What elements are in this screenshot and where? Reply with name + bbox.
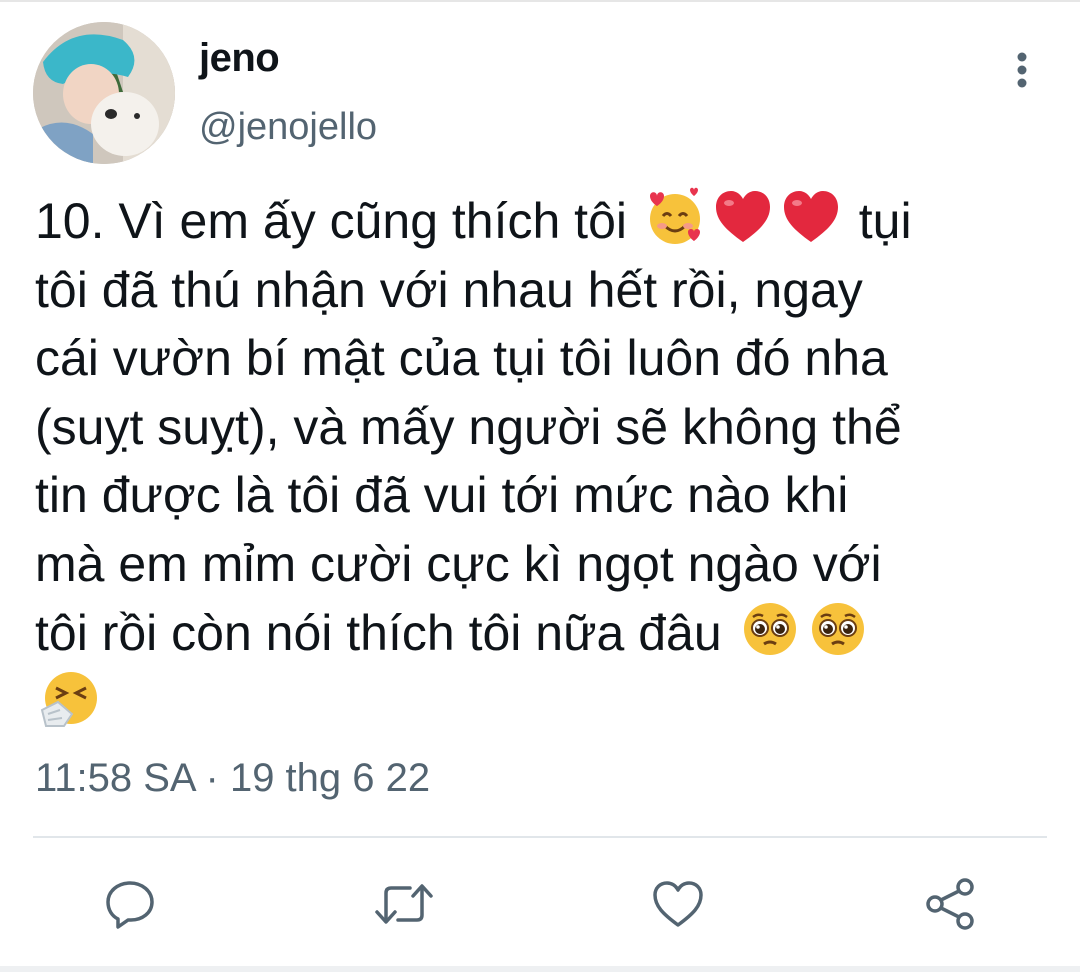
tweet-timestamp[interactable]: 11:58 SA · 19 thg 6 22 bbox=[35, 756, 430, 801]
red-heart-emoji bbox=[780, 186, 842, 248]
share-icon bbox=[926, 878, 974, 930]
top-border bbox=[0, 0, 1080, 2]
retweet-icon bbox=[375, 884, 433, 924]
tweet-line-5: tin được là tôi đã vui tới mức nào khi bbox=[35, 467, 849, 523]
more-vertical-icon bbox=[1017, 52, 1027, 88]
pleading-face-emoji bbox=[807, 598, 869, 660]
red-heart-emoji bbox=[712, 186, 774, 248]
avatar-image bbox=[33, 22, 175, 164]
tweet-line-2: tôi đã thú nhận với nhau hết rồi, ngay bbox=[35, 261, 863, 318]
reply-button[interactable] bbox=[100, 874, 160, 934]
tweet-line-1b: tụi bbox=[844, 193, 912, 249]
tweet-line-1a: 10. Vì em ấy cũng thích tôi bbox=[35, 193, 641, 249]
like-button[interactable] bbox=[648, 874, 708, 934]
reply-icon bbox=[106, 881, 154, 929]
smiling-face-with-hearts-emoji bbox=[644, 186, 706, 248]
tweet-text: 10. Vì em ấy cũng thích tôi tụi tôi đã t… bbox=[35, 186, 1055, 737]
divider bbox=[33, 836, 1047, 838]
like-icon bbox=[653, 881, 703, 927]
more-options-button[interactable] bbox=[1000, 44, 1044, 96]
tweet-line-6: mà em mỉm cười cực kì ngọt ngào với bbox=[35, 535, 882, 592]
avatar[interactable] bbox=[33, 22, 175, 164]
display-name[interactable]: jeno bbox=[199, 36, 280, 81]
pleading-face-emoji bbox=[739, 598, 801, 660]
share-button[interactable] bbox=[920, 874, 980, 934]
tweet-line-7: tôi rồi còn nói thích tôi nữa đâu bbox=[35, 605, 736, 661]
tweet-line-3: cái vườn bí mật của tụi tôi luôn đó nha bbox=[35, 330, 888, 386]
bottom-strip bbox=[0, 966, 1080, 972]
sneezing-face-emoji bbox=[38, 668, 100, 730]
retweet-button[interactable] bbox=[374, 874, 434, 934]
tweet-line-4: (suỵt suỵt), và mấy người sẽ không thể bbox=[35, 398, 902, 455]
user-handle[interactable]: @jenojello bbox=[199, 106, 377, 149]
